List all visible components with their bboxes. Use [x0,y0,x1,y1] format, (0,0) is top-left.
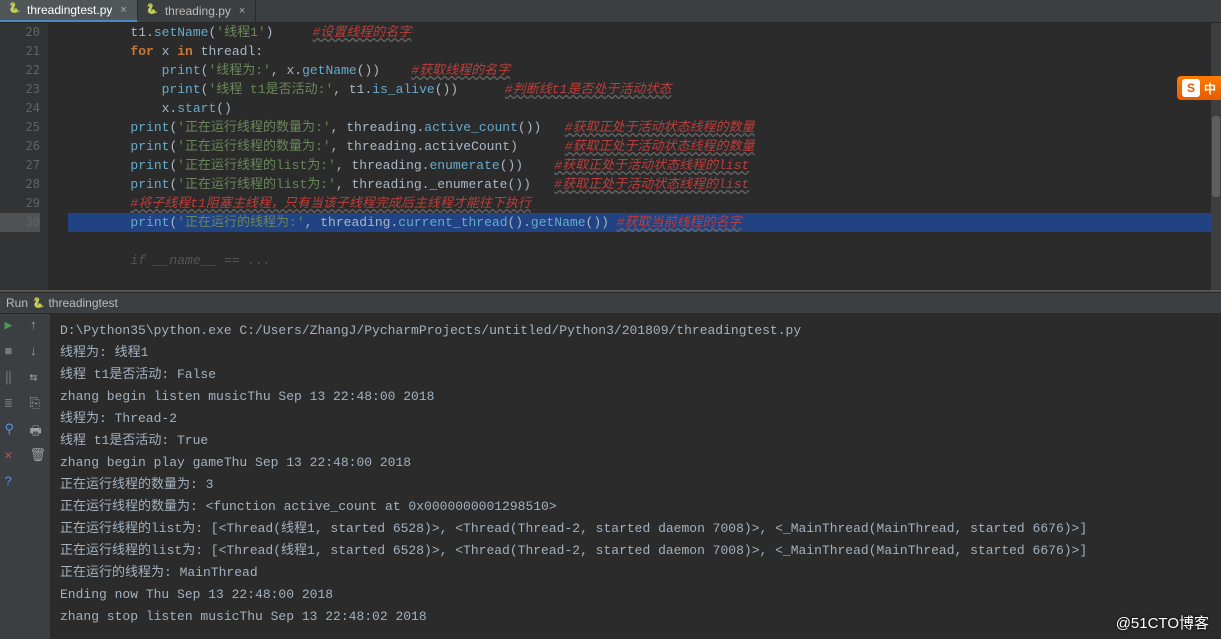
watermark: @51CTO博客 [1116,612,1209,633]
python-file-icon: 🐍 [146,4,160,18]
stop-icon[interactable]: ■ [5,344,21,360]
close-icon[interactable]: × [239,5,245,17]
editor-tabs: 🐍 threadingtest.py × 🐍 threading.py × [0,0,1221,23]
line-number-gutter: 2021222324252627282930 [0,23,48,290]
run-toolbar-left: ▶ ■ ‖ ≣ ⚲ ✕ ? [0,314,25,639]
code-editor[interactable]: 2021222324252627282930 t1.setName('线程1')… [0,23,1221,290]
help-icon[interactable]: ? [5,474,21,490]
tab-threading[interactable]: 🐍 threading.py × [138,0,256,22]
python-file-icon: 🐍 [32,298,44,309]
run-toolbar-right: ↑ ↓ ⇆ ⎘ 🖶 🗑 [25,314,50,639]
ime-text: 中 [1204,80,1216,97]
run-target: threadingtest [48,296,117,310]
tab-label: threading.py [165,4,231,18]
run-label: Run [6,296,28,310]
debug-icon[interactable]: ⚲ [5,422,21,438]
close-icon[interactable]: ✕ [5,448,21,464]
trash-icon[interactable]: 🗑 [30,448,46,464]
vertical-scrollbar[interactable] [1211,23,1221,290]
export-icon[interactable]: ⎘ [30,396,46,412]
code-area[interactable]: t1.setName('线程1') #设置线程的名字 for x in thre… [48,23,1221,290]
list-icon[interactable]: ≣ [5,396,21,412]
ime-badge[interactable]: S 中 [1177,76,1221,100]
run-panel-header: Run 🐍 threadingtest [0,292,1221,314]
ime-logo-icon: S [1182,79,1200,97]
wrap-icon[interactable]: ⇆ [30,370,46,386]
python-file-icon: 🐍 [8,3,22,17]
run-panel: ▶ ■ ‖ ≣ ⚲ ✕ ? ↑ ↓ ⇆ ⎘ 🖶 🗑 D:\Python35\py… [0,314,1221,639]
run-icon[interactable]: ▶ [5,318,21,334]
console-output[interactable]: D:\Python35\python.exe C:/Users/ZhangJ/P… [50,314,1221,639]
close-icon[interactable]: × [120,4,126,16]
tab-label: threadingtest.py [27,3,112,17]
pause-icon[interactable]: ‖ [5,370,21,386]
down-icon[interactable]: ↓ [30,344,46,360]
up-icon[interactable]: ↑ [30,318,46,334]
print-icon[interactable]: 🖶 [30,422,46,438]
tab-threadingtest[interactable]: 🐍 threadingtest.py × [0,0,138,22]
